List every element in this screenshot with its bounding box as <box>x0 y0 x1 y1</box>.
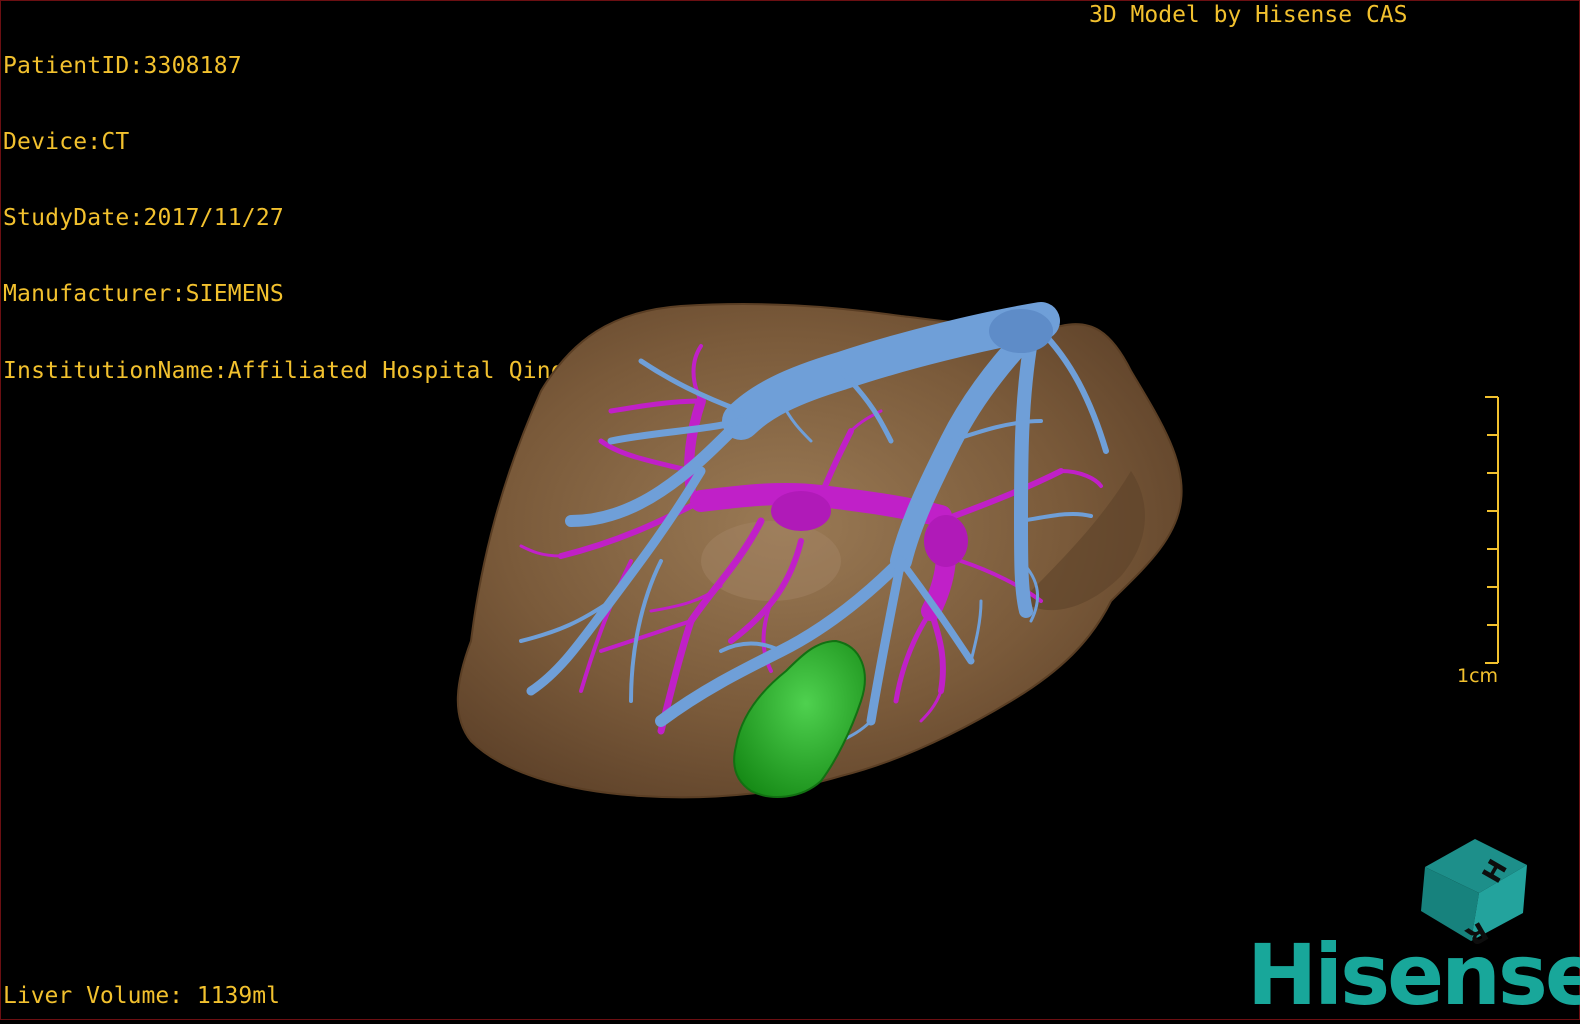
liver-hilum-highlight <box>701 521 841 601</box>
3d-viewport[interactable]: PatientID:3308187 Device:CT StudyDate:20… <box>0 0 1580 1020</box>
hisense-logo: Hisense <box>1247 926 1580 1024</box>
scale-bar-label: 1cm <box>1457 665 1499 687</box>
liver-volume-text: Liver Volume: 1139ml <box>3 983 280 1009</box>
scale-bar <box>1485 396 1499 664</box>
liver-3d-model[interactable] <box>1 1 1580 1021</box>
